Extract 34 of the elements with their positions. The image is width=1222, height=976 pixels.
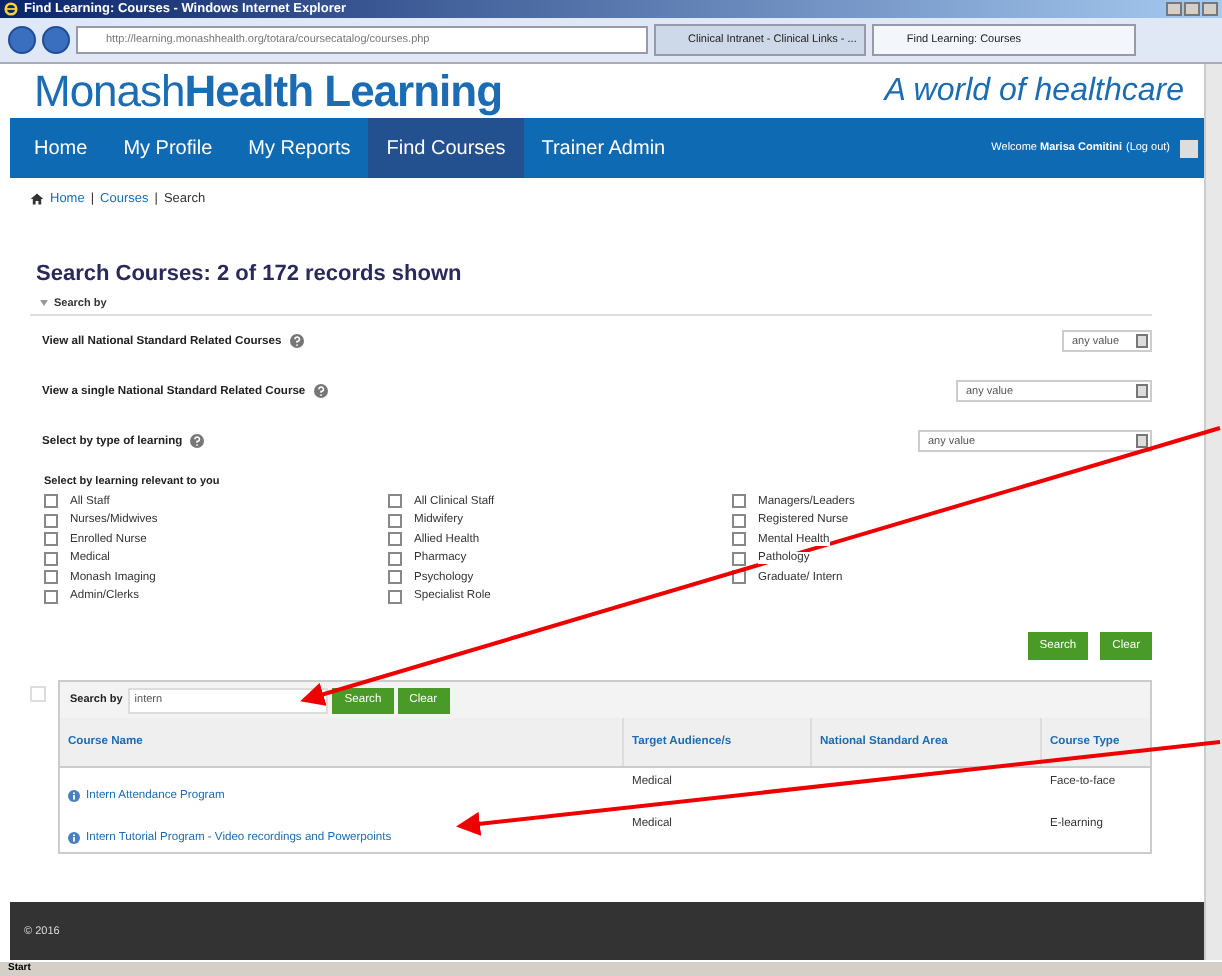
browser-logo-icon [4,2,18,16]
checkbox[interactable] [388,494,402,509]
checkbox[interactable] [732,551,746,566]
checkbox[interactable] [388,589,402,604]
checkbox[interactable] [388,513,402,528]
info-icon[interactable] [68,831,80,843]
info-icon[interactable] [68,789,80,801]
nav-item[interactable]: My Profile [105,118,231,178]
checkbox[interactable] [732,513,746,528]
checkbox[interactable] [388,532,402,547]
checkbox[interactable] [732,532,746,547]
checkbox[interactable] [44,551,58,566]
checkbox[interactable] [44,570,58,585]
help-icon[interactable] [190,434,205,448]
avatar-icon[interactable] [1180,139,1198,157]
help-icon[interactable] [313,384,328,398]
nav-item[interactable]: Find Courses [368,118,524,178]
caret-icon[interactable] [40,300,48,306]
checkbox[interactable] [44,494,58,509]
site-tagline: A world of healthcare [884,73,1184,109]
nav-item[interactable]: My Reports [230,118,369,178]
checkbox[interactable] [44,532,58,547]
nav-item[interactable]: Home [16,118,106,178]
nav-item[interactable]: Trainer Admin [523,118,684,178]
checkbox[interactable] [44,513,58,528]
scrollbar[interactable] [1204,64,1222,960]
checkbox[interactable] [388,570,402,585]
home-icon [30,191,44,205]
checkbox[interactable] [732,494,746,509]
checkbox[interactable] [388,551,402,566]
page-heading: Search Courses: 2 of 172 records shown [36,262,464,286]
site-logo[interactable]: MonashHealth Learning [34,65,503,117]
checkbox[interactable] [44,589,58,604]
help-icon[interactable] [289,334,304,348]
